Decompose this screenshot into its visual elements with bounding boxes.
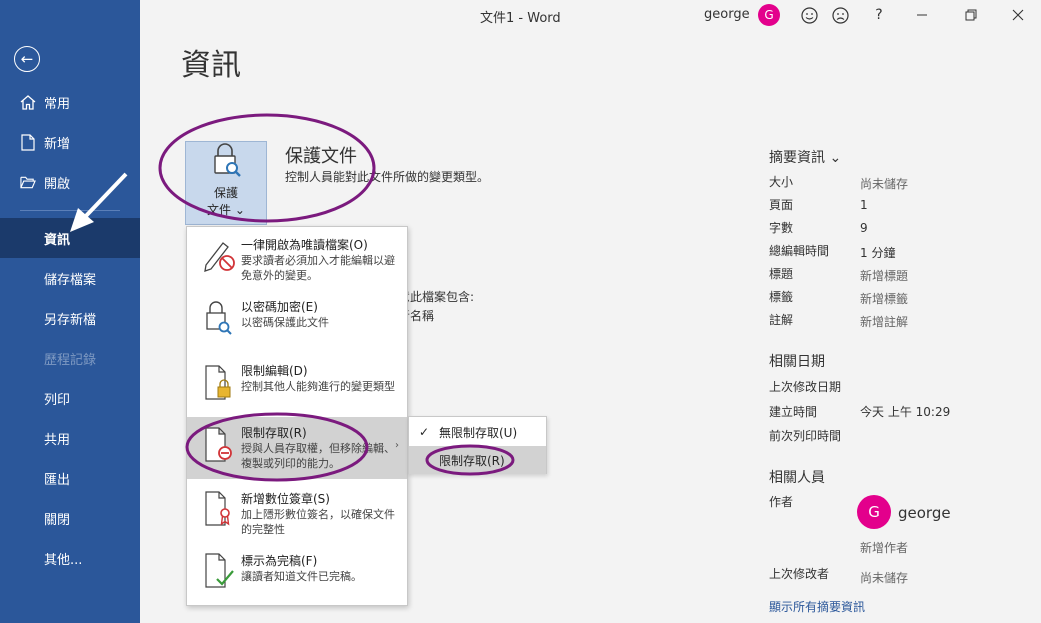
- page-title: 資訊: [181, 48, 241, 83]
- prop-label-author: 作者: [769, 495, 794, 509]
- title-bar: 文件1 - Word george G ?: [140, 0, 1041, 30]
- menu-item-mark-as-final[interactable]: 標示為完稿(F) 讓讀者知道文件已完稿。: [187, 545, 407, 603]
- nav-save-as[interactable]: 另存新檔: [0, 298, 140, 338]
- prop-value-size: 尚未儲存: [860, 177, 909, 191]
- help-icon[interactable]: ?: [869, 5, 889, 25]
- nav-home[interactable]: 常用: [0, 82, 140, 122]
- people-heading: 相關人員: [769, 470, 825, 486]
- prop-value-comments[interactable]: 新增註解: [860, 313, 908, 330]
- prop-label-words: 字數: [769, 221, 794, 235]
- doc-check-icon: [203, 551, 237, 593]
- home-icon: [20, 94, 36, 110]
- back-arrow-icon: ←: [20, 49, 34, 68]
- nav-save[interactable]: 儲存檔案: [0, 258, 140, 298]
- nav-close[interactable]: 關閉: [0, 498, 140, 538]
- window-title: 文件1 - Word: [480, 11, 561, 26]
- prop-label-last-modified: 上次修改日期: [769, 380, 842, 394]
- lock-search-icon: [209, 142, 243, 182]
- doc-lock-icon: [203, 363, 237, 405]
- prop-label-pages: 頁面: [769, 198, 794, 212]
- add-author-link[interactable]: 新增作者: [860, 539, 908, 556]
- prop-label-created: 建立時間: [769, 405, 818, 419]
- nav-info[interactable]: 資訊: [0, 218, 140, 258]
- show-all-properties-link[interactable]: 顯示所有摘要資訊: [769, 598, 865, 615]
- prop-label-edit-time: 總編輯時間: [769, 244, 830, 258]
- submenu-item-unrestricted-access[interactable]: ✓ 無限制存取(U): [409, 418, 546, 446]
- smile-icon[interactable]: [799, 5, 819, 25]
- menu-item-restrict-editing[interactable]: 限制編輯(D) 控制其他人能夠進行的變更類型: [187, 355, 407, 417]
- restrict-access-submenu: ✓ 無限制存取(U) 限制存取(R): [408, 416, 547, 474]
- prop-label-comments: 註解: [769, 313, 794, 327]
- menu-item-add-digital-signature[interactable]: 新增數位簽章(S) 加上隱形數位簽名，以確保文件的完整性: [187, 483, 407, 545]
- protect-document-menu: 一律開啟為唯讀檔案(O) 要求讀者必須加入才能編輯以避免意外的變更。 以密碼加密…: [186, 226, 408, 606]
- submenu-item-restricted-access[interactable]: 限制存取(R): [409, 446, 546, 474]
- new-document-icon: [20, 133, 36, 151]
- protect-heading: 保護文件: [285, 146, 357, 167]
- nav-more[interactable]: 其他...: [0, 538, 140, 578]
- doc-restrict-icon: [203, 425, 237, 467]
- nav-print[interactable]: 列印: [0, 378, 140, 418]
- nav-share[interactable]: 共用: [0, 418, 140, 458]
- lock-key-icon: [203, 299, 237, 341]
- menu-item-restrict-access[interactable]: 限制存取(R) 授與人員存取權，但移除編輯、複製或列印的能力。: [187, 417, 407, 479]
- prop-label-last-printed: 前次列印時間: [769, 429, 842, 443]
- nav-history: 歷程記錄: [44, 352, 97, 368]
- back-button[interactable]: ←: [14, 46, 40, 72]
- menu-item-encrypt-password[interactable]: 以密碼加密(E) 以密碼保護此文件: [187, 289, 407, 351]
- prop-label-last-modified-by: 上次修改者: [769, 567, 830, 581]
- annotation-overlay: [70, 113, 515, 482]
- prop-value-tags[interactable]: 新增標籤: [860, 290, 908, 307]
- close-icon[interactable]: [1008, 5, 1028, 25]
- pencil-no-icon: [203, 235, 237, 277]
- nav-open[interactable]: 開啟: [0, 162, 140, 202]
- restore-icon[interactable]: [961, 5, 981, 25]
- check-icon: ✓: [418, 425, 430, 439]
- sidebar-divider: [20, 210, 120, 211]
- nav-new[interactable]: 新增: [0, 122, 140, 162]
- chevron-down-icon: ⌄: [234, 203, 245, 217]
- prop-value-created: 今天 上午 10:29: [860, 405, 951, 419]
- prop-value-title[interactable]: 新增標題: [860, 267, 908, 284]
- prop-value-pages: 1: [860, 198, 868, 212]
- chevron-down-icon: ⌄: [829, 150, 842, 166]
- dates-heading: 相關日期: [769, 354, 825, 370]
- prop-value-words: 9: [860, 221, 868, 235]
- protect-description: 控制人員能對此文件所做的變更類型。: [285, 170, 490, 184]
- properties-heading[interactable]: 摘要資訊 ⌄: [769, 147, 841, 167]
- doc-ribbon-icon: [203, 489, 237, 531]
- account-avatar[interactable]: G: [758, 4, 780, 26]
- prop-label-tags: 標籤: [769, 290, 794, 304]
- submenu-arrow-icon: ›: [395, 440, 399, 451]
- account-name[interactable]: george: [704, 7, 750, 22]
- prop-value-last-modified-by: 尚未儲存: [860, 571, 909, 585]
- prop-label-title: 標題: [769, 267, 794, 281]
- author-name: george: [898, 504, 951, 522]
- nav-export[interactable]: 匯出: [0, 458, 140, 498]
- frown-icon[interactable]: [830, 5, 850, 25]
- author-avatar: G: [857, 495, 891, 529]
- prop-label-size: 大小: [769, 175, 794, 189]
- backstage-sidebar: ← 常用 新增 開啟 資訊 儲存檔案 另存新檔 歷程記錄 列印 共用 匯出 關閉…: [0, 0, 140, 623]
- inspect-text-partial: 意此檔案包含:: [398, 290, 475, 304]
- prop-value-edit-time: 1 分鐘: [860, 246, 896, 260]
- protect-document-button[interactable]: 保護 文件 ⌄: [185, 141, 267, 225]
- minimize-icon[interactable]: [912, 5, 932, 25]
- folder-open-icon: [20, 175, 36, 189]
- menu-item-always-read-only[interactable]: 一律開啟為唯讀檔案(O) 要求讀者必須加入才能編輯以避免意外的變更。: [187, 227, 407, 289]
